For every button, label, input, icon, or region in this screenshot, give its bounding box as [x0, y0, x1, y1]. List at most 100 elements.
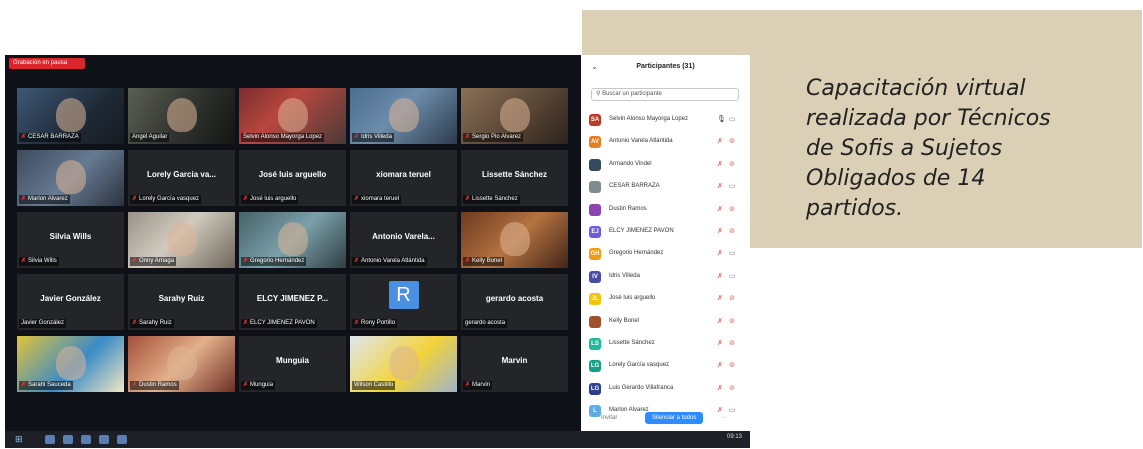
- more-icon[interactable]: ···: [721, 414, 728, 421]
- participant-row[interactable]: EJ ELCY JIMENEZ PAVON ✗ ⊘: [589, 221, 745, 243]
- tile-center-name: Lorely Garcia va...: [147, 170, 216, 179]
- mic-muted-icon: ✗: [465, 258, 471, 264]
- participant-row[interactable]: LG Lorely García vasquez ✗ ⊘: [589, 355, 745, 377]
- participant-name: Selvin Alonso Mayorga Lopez: [609, 116, 689, 122]
- participant-name: Lorely García vasquez: [609, 362, 670, 369]
- camera-icon[interactable]: ▭: [729, 115, 736, 123]
- video-tile[interactable]: Lorely Garcia va... ✗ Lorely García vasque…: [128, 150, 235, 206]
- mic-muted-icon[interactable]: ✗: [717, 182, 723, 190]
- mic-muted-icon: ✗: [354, 134, 360, 140]
- participant-row[interactable]: IV Idris Villeda ✗ ▭: [589, 266, 745, 288]
- video-tile[interactable]: Lissette Sánchez ✗ Lissette Sánchez: [461, 150, 568, 206]
- camera-off-icon[interactable]: ⊘: [729, 205, 735, 213]
- video-tile[interactable]: ✗ Dustin Ramos: [128, 336, 235, 392]
- participant-row[interactable]: AV Antonio Varela Atlántida ✗ ⊘: [589, 131, 745, 153]
- video-tile[interactable]: Javier González Javier González: [17, 274, 124, 330]
- video-tile[interactable]: Munguia ✗ Munguia: [239, 336, 346, 392]
- participant-row[interactable]: LS Lissette Sánchez ✗ ⊘: [589, 333, 745, 355]
- video-tile[interactable]: José luis arguello ✗ José luis arguello: [239, 150, 346, 206]
- invite-button[interactable]: Invitar: [601, 415, 617, 421]
- mic-muted-icon[interactable]: ✗: [717, 137, 723, 145]
- camera-off-icon[interactable]: ⊘: [729, 361, 735, 369]
- participant-name: José luis arguello: [609, 295, 656, 302]
- camera-off-icon[interactable]: ⊘: [729, 294, 735, 302]
- mic-muted-icon[interactable]: ✗: [717, 317, 723, 325]
- video-tile[interactable]: ✗ Onny Arriaga: [128, 212, 235, 268]
- participant-row[interactable]: GH Gregorio Hernández ✗ ▭: [589, 243, 745, 265]
- mic-muted-icon[interactable]: ✗: [717, 249, 723, 257]
- video-tile[interactable]: ELCY JIMENEZ P... ✗ ELCY JIMENEZ PAVON: [239, 274, 346, 330]
- mic-muted-icon[interactable]: ✗: [717, 361, 723, 369]
- participant-row[interactable]: SA Selvin Alonso Mayorga Lopez 🎙 ▭: [589, 109, 745, 131]
- mic-muted-icon[interactable]: ✗: [717, 160, 723, 168]
- tile-label: ✗ Silvia Wills: [19, 257, 59, 266]
- video-tile[interactable]: ✗ Idris Villeda: [350, 88, 457, 144]
- video-tile[interactable]: ✗ Gregorio Hernández: [239, 212, 346, 268]
- avatar: [589, 158, 601, 171]
- tile-label: ✗ Marvin: [463, 381, 493, 390]
- camera-off-icon[interactable]: ⊘: [729, 317, 735, 325]
- mic-muted-icon: ✗: [465, 382, 471, 388]
- mute-all-button[interactable]: Silenciar a todos: [645, 412, 704, 424]
- taskbar-app-icon[interactable]: [63, 435, 73, 444]
- camera-icon[interactable]: ▭: [729, 272, 736, 280]
- video-tile[interactable]: ✗ Sarahi Sauceda: [17, 336, 124, 392]
- mic-muted-icon[interactable]: ✗: [717, 339, 723, 347]
- panel-title: Participantes (31): [636, 63, 695, 70]
- mic-muted-icon: ✗: [243, 258, 249, 264]
- mic-muted-icon: ✗: [132, 382, 138, 388]
- mic-muted-icon[interactable]: ✗: [717, 227, 723, 235]
- mic-muted-icon[interactable]: ✗: [717, 384, 723, 392]
- camera-off-icon[interactable]: ⊘: [729, 137, 735, 145]
- taskbar-app-icon[interactable]: [99, 435, 109, 444]
- participant-avatar: R: [388, 281, 419, 309]
- panel-header: ⌄ Participantes (31): [581, 55, 750, 80]
- tile-label: ✗ Rony Portillo: [352, 319, 398, 328]
- video-tile[interactable]: Angel Aguilar: [128, 88, 235, 144]
- mic-muted-icon[interactable]: ✗: [717, 294, 723, 302]
- taskbar-app-icon[interactable]: [45, 435, 55, 444]
- camera-icon[interactable]: ▭: [729, 249, 736, 257]
- tile-center-name: gerardo acosta: [485, 294, 544, 303]
- camera-off-icon[interactable]: ⊘: [729, 227, 735, 235]
- recording-badge[interactable]: Grabación en pausa: [9, 58, 85, 69]
- mic-muted-icon: ✗: [132, 320, 138, 326]
- participant-row[interactable]: Kelly Bonel ✗ ⊘: [589, 311, 745, 333]
- camera-off-icon[interactable]: ⊘: [729, 384, 735, 392]
- taskbar-app-icon[interactable]: [81, 435, 91, 444]
- mic-muted-icon[interactable]: ✗: [717, 205, 723, 213]
- tile-label: gerardo acosta: [463, 319, 508, 328]
- tile-label: ✗ Antonio Varela Atlántida: [352, 257, 427, 266]
- video-tile[interactable]: ✗ Sergio Pio Alvarez: [461, 88, 568, 144]
- video-tile[interactable]: xiomara teruel ✗ xiomara teruel: [350, 150, 457, 206]
- windows-start-icon[interactable]: ⊞: [15, 435, 25, 444]
- participant-row[interactable]: Armando Vindel ✗ ⊘: [589, 154, 745, 176]
- video-tile[interactable]: gerardo acosta gerardo acosta: [461, 274, 568, 330]
- participant-row[interactable]: CESAR BARRAZA ✗ ▭: [589, 176, 745, 198]
- mic-muted-icon[interactable]: ✗: [717, 272, 723, 280]
- video-tile[interactable]: ✗ Kelly Bonel: [461, 212, 568, 268]
- taskbar-app-icon[interactable]: [117, 435, 127, 444]
- video-tile[interactable]: Antonio Varela... ✗ Antonio Varela Atlánti…: [350, 212, 457, 268]
- participant-name: Kelly Bonel: [609, 317, 640, 324]
- participant-row[interactable]: JL José luis arguello ✗ ⊘: [589, 288, 745, 310]
- video-tile[interactable]: Marvin ✗ Marvin: [461, 336, 568, 392]
- participant-name: Lissette Sánchez: [609, 339, 655, 346]
- video-tile-active-speaker[interactable]: Selvin Alonso Mayorga Lopez: [239, 88, 346, 144]
- video-tile[interactable]: Wilson Castillo: [350, 336, 457, 392]
- mic-muted-icon: ✗: [21, 382, 27, 388]
- video-tile[interactable]: Sarahy Ruiz ✗ Sarahy Ruiz: [128, 274, 235, 330]
- participant-row[interactable]: Dustin Ramos ✗ ⊘: [589, 199, 745, 221]
- camera-off-icon[interactable]: ⊘: [729, 339, 735, 347]
- camera-icon[interactable]: ▭: [729, 182, 736, 190]
- camera-off-icon[interactable]: ⊘: [729, 160, 735, 168]
- tile-center-name: xiomara teruel: [376, 170, 431, 179]
- video-tile[interactable]: Silvia Wills ✗ Silvia Wills: [17, 212, 124, 268]
- participant-row[interactable]: LG Luis Gerardo Villafranca ✗ ⊘: [589, 378, 745, 400]
- mic-icon[interactable]: 🎙: [717, 115, 726, 123]
- video-tile[interactable]: R ✗ Rony Portillo: [350, 274, 457, 330]
- video-tile[interactable]: ✗ CESAR BARRAZA: [17, 88, 124, 144]
- participants-panel: ⌄ Participantes (31) ⚲ Buscar un partici…: [581, 55, 750, 431]
- video-tile[interactable]: ✗ Marlon Alvarez: [17, 150, 124, 206]
- search-input[interactable]: ⚲ Buscar un participante: [591, 88, 739, 101]
